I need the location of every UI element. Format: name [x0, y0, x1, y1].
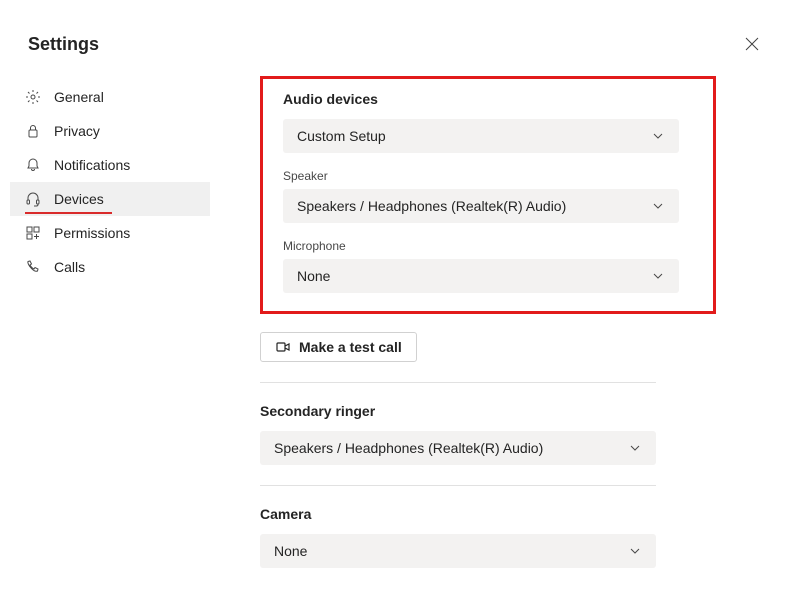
dropdown-value: None	[274, 543, 307, 559]
microphone-dropdown[interactable]: None	[283, 259, 679, 293]
sidebar-item-label: Notifications	[54, 157, 130, 173]
sidebar-item-general[interactable]: General	[10, 80, 210, 114]
sidebar-item-label: Calls	[54, 259, 85, 275]
secondary-ringer-title: Secondary ringer	[260, 403, 716, 419]
sidebar-item-label: Privacy	[54, 123, 100, 139]
dropdown-value: Speakers / Headphones (Realtek(R) Audio)	[297, 198, 566, 214]
bell-icon	[24, 156, 42, 174]
settings-header: Settings	[0, 0, 796, 70]
audio-devices-highlight: Audio devices Custom Setup Speaker Speak…	[260, 76, 716, 314]
sidebar-item-label: Devices	[54, 191, 104, 207]
test-call-icon	[275, 339, 291, 355]
dropdown-value: None	[297, 268, 330, 284]
microphone-label: Microphone	[283, 239, 693, 253]
speaker-dropdown[interactable]: Speakers / Headphones (Realtek(R) Audio)	[283, 189, 679, 223]
settings-main: Audio devices Custom Setup Speaker Speak…	[210, 70, 796, 568]
sidebar-item-devices[interactable]: Devices	[10, 182, 210, 216]
sidebar-item-calls[interactable]: Calls	[10, 250, 210, 284]
secondary-ringer-dropdown[interactable]: Speakers / Headphones (Realtek(R) Audio)	[260, 431, 656, 465]
audio-setup-dropdown[interactable]: Custom Setup	[283, 119, 679, 153]
chevron-down-icon	[651, 129, 665, 143]
chevron-down-icon	[651, 199, 665, 213]
close-button[interactable]	[736, 28, 768, 60]
sidebar-item-label: Permissions	[54, 225, 130, 241]
sidebar-item-label: General	[54, 89, 104, 105]
active-underline	[25, 212, 112, 214]
settings-sidebar: General Privacy Notifications Devices	[10, 70, 210, 568]
phone-icon	[24, 258, 42, 276]
camera-dropdown[interactable]: None	[260, 534, 656, 568]
sidebar-item-permissions[interactable]: Permissions	[10, 216, 210, 250]
chevron-down-icon	[628, 441, 642, 455]
headset-icon	[24, 190, 42, 208]
chevron-down-icon	[651, 269, 665, 283]
make-test-call-button[interactable]: Make a test call	[260, 332, 417, 362]
dropdown-value: Custom Setup	[297, 128, 386, 144]
audio-devices-title: Audio devices	[283, 91, 693, 107]
camera-title: Camera	[260, 506, 716, 522]
sidebar-item-privacy[interactable]: Privacy	[10, 114, 210, 148]
gear-icon	[24, 88, 42, 106]
divider	[260, 382, 656, 383]
close-icon	[745, 37, 759, 51]
sidebar-item-notifications[interactable]: Notifications	[10, 148, 210, 182]
dropdown-value: Speakers / Headphones (Realtek(R) Audio)	[274, 440, 543, 456]
lock-icon	[24, 122, 42, 140]
speaker-label: Speaker	[283, 169, 693, 183]
test-call-wrap: Make a test call	[260, 332, 716, 362]
chevron-down-icon	[628, 544, 642, 558]
page-title: Settings	[28, 34, 99, 55]
button-label: Make a test call	[299, 339, 402, 355]
apps-icon	[24, 224, 42, 242]
divider	[260, 485, 656, 486]
